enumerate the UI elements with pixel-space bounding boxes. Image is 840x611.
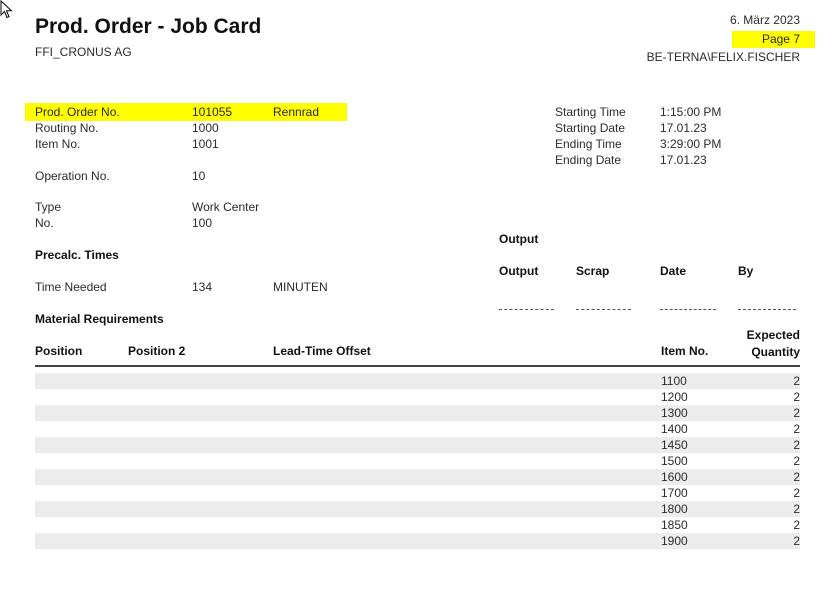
page-number: Page 7 (761, 32, 800, 46)
routing-value: 1000 (192, 121, 219, 135)
operation-value: 10 (192, 169, 206, 183)
page-number-highlight: Page 7 (732, 31, 815, 48)
ending-date-value: 17.01.23 (660, 153, 707, 167)
table-row: 1400 2 (35, 421, 800, 437)
item-no-cell: 1850 (661, 518, 688, 532)
type-label: Type (35, 200, 62, 214)
table-row: 1700 2 (35, 485, 800, 501)
item-no-cell: 1450 (661, 438, 688, 452)
col-expected-quantity: Expected Quantity (747, 328, 800, 359)
routing-label: Routing No. (35, 121, 99, 135)
item-no-cell: 1700 (661, 486, 688, 500)
table-row: 1500 2 (35, 453, 800, 469)
table-row: 1850 2 (35, 517, 800, 533)
col-position-2: Position 2 (128, 344, 186, 358)
output-col-scrap: Scrap (576, 264, 610, 278)
prod-order-label: Prod. Order No. (35, 105, 120, 119)
table-row: 1600 2 (35, 469, 800, 485)
col-expected-line2: Quantity (751, 345, 800, 359)
no-label: No. (35, 216, 54, 230)
by-entry-line (738, 309, 796, 310)
col-position: Position (35, 344, 83, 358)
scrap-entry-line (576, 309, 631, 310)
company-name: FFI_CRONUS AG (35, 45, 132, 59)
table-header-rule (35, 365, 800, 367)
starting-time-value: 1:15:00 PM (660, 105, 722, 119)
item-no-cell: 1800 (661, 502, 688, 516)
table-row: 1300 2 (35, 405, 800, 421)
table-row: 1100 2 (35, 373, 800, 389)
ending-time-label: Ending Time (555, 137, 622, 151)
output-col-by: By (738, 264, 754, 278)
expected-quantity-cell: 2 (793, 470, 800, 484)
expected-quantity-cell: 2 (793, 502, 800, 516)
materials-heading: Material Requirements (35, 312, 164, 326)
starting-date-label: Starting Date (555, 121, 626, 135)
prod-order-value: 101055 (192, 105, 233, 119)
item-no-cell: 1500 (661, 454, 688, 468)
item-no-cell: 1100 (661, 374, 687, 388)
precalc-heading: Precalc. Times (35, 248, 119, 262)
ending-time-value: 3:29:00 PM (660, 137, 722, 151)
ending-date-label: Ending Date (555, 153, 622, 167)
starting-date-value: 17.01.23 (660, 121, 707, 135)
report-date: 6. März 2023 (729, 13, 800, 27)
operation-label: Operation No. (35, 169, 110, 183)
col-expected-line1: Expected (746, 328, 800, 342)
table-row: 1800 2 (35, 501, 800, 517)
no-value: 100 (192, 216, 213, 230)
expected-quantity-cell: 2 (793, 422, 800, 436)
item-no-cell: 1900 (661, 534, 688, 548)
prod-order-description: Rennrad (273, 105, 320, 119)
expected-quantity-cell: 2 (793, 454, 800, 468)
time-needed-label: Time Needed (35, 280, 107, 294)
item-no-cell: 1400 (661, 422, 688, 436)
report-title: Prod. Order - Job Card (35, 15, 262, 38)
date-entry-line (660, 309, 716, 310)
expected-quantity-cell: 2 (793, 374, 800, 388)
item-label: Item No. (35, 137, 81, 151)
col-lead-time-offset: Lead-Time Offset (273, 344, 371, 358)
expected-quantity-cell: 2 (793, 438, 800, 452)
expected-quantity-cell: 2 (793, 390, 800, 404)
expected-quantity-cell: 2 (793, 486, 800, 500)
item-value: 1001 (192, 137, 219, 151)
item-no-cell: 1600 (661, 470, 688, 484)
table-row: 1900 2 (35, 533, 800, 549)
item-no-cell: 1300 (661, 406, 688, 420)
type-value: Work Center (192, 200, 260, 214)
expected-quantity-cell: 2 (793, 518, 800, 532)
table-row: 1450 2 (35, 437, 800, 453)
col-item-no: Item No. (661, 344, 709, 358)
mouse-cursor-icon (0, 0, 13, 19)
expected-quantity-cell: 2 (793, 406, 800, 420)
user-name: BE-TERNA\FELIX.FISCHER (646, 50, 800, 64)
output-col-output: Output (499, 264, 539, 278)
output-entry-line (499, 309, 554, 310)
table-row: 1200 2 (35, 389, 800, 405)
output-heading: Output (499, 232, 539, 246)
time-needed-unit: MINUTEN (273, 280, 328, 294)
output-col-date: Date (660, 264, 687, 278)
starting-time-label: Starting Time (555, 105, 626, 119)
item-no-cell: 1200 (661, 390, 688, 404)
time-needed-value: 134 (192, 280, 213, 294)
expected-quantity-cell: 2 (793, 534, 800, 548)
